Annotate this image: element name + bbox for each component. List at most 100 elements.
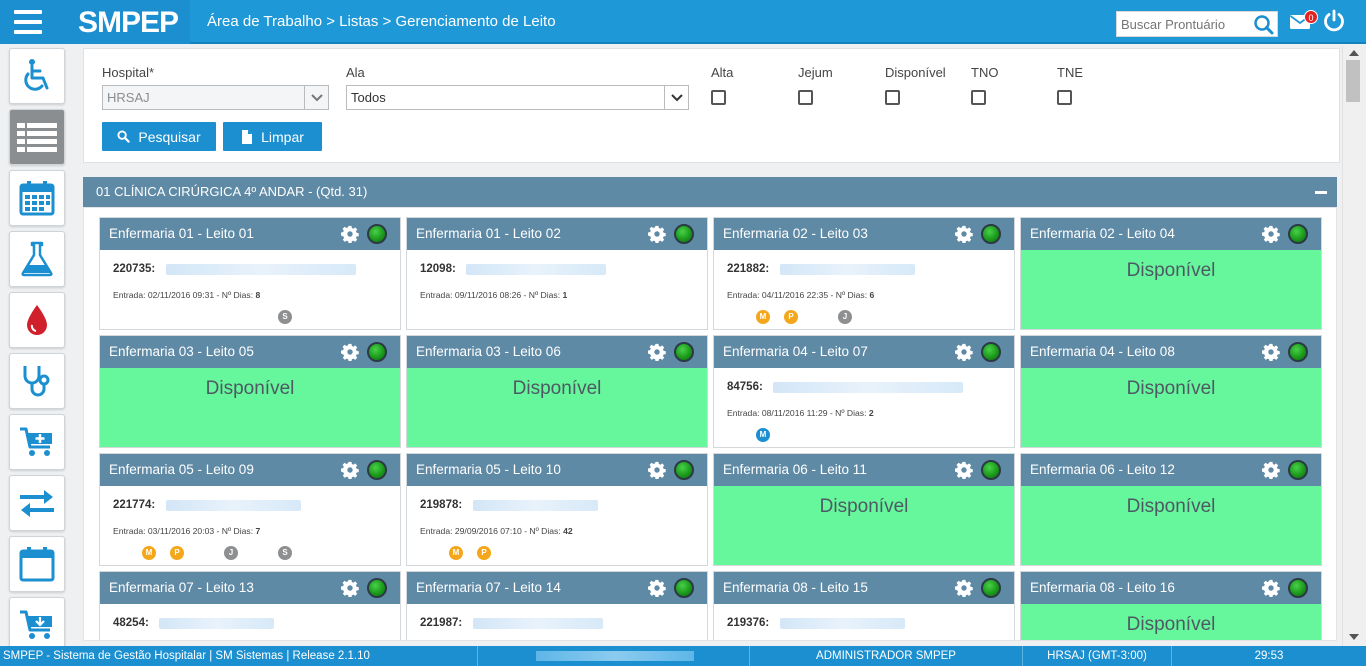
status-light-icon[interactable] <box>1288 224 1308 244</box>
badge-m: M <box>756 428 770 442</box>
filter-panel: Hospital* HRSAJ Ala Todos Alta Jejum Dis… <box>83 48 1340 163</box>
gear-icon[interactable] <box>341 461 359 479</box>
gear-icon[interactable] <box>1262 461 1280 479</box>
bed-card[interactable]: Enfermaria 07 - Leito 14 221987: <box>406 571 708 640</box>
bed-card[interactable]: Enfermaria 03 - Leito 05 Disponível <box>99 335 401 448</box>
gear-icon[interactable] <box>1262 225 1280 243</box>
status-light-icon[interactable] <box>1288 460 1308 480</box>
sidebar-item-calendar[interactable] <box>9 536 65 592</box>
scroll-up-icon[interactable] <box>1349 50 1359 56</box>
bed-card[interactable]: Enfermaria 08 - Leito 15 219376: <box>713 571 1015 640</box>
mail-count-badge: 0 <box>1304 10 1318 24</box>
scrollbar-thumb[interactable] <box>1346 60 1360 102</box>
status-light-icon[interactable] <box>981 460 1001 480</box>
ala-select[interactable]: Todos <box>346 85 689 110</box>
redacted-patient-name <box>466 264 606 275</box>
gear-icon[interactable] <box>648 461 666 479</box>
patient-record-number: 12098: <box>420 263 456 275</box>
tno-checkbox[interactable] <box>971 90 986 105</box>
entry-info: Entrada: 04/11/2016 22:35 - Nº Dias: 6 <box>727 290 874 300</box>
status-light-icon[interactable] <box>1288 578 1308 598</box>
bed-body: 219376: <box>714 604 1014 640</box>
gear-icon[interactable] <box>1262 579 1280 597</box>
bed-card[interactable]: Enfermaria 04 - Leito 07 84756: Entrada: 0… <box>713 335 1015 448</box>
status-light-icon[interactable] <box>981 578 1001 598</box>
gear-icon[interactable] <box>648 225 666 243</box>
search-button[interactable]: Pesquisar <box>102 122 216 151</box>
bed-card[interactable]: Enfermaria 01 - Leito 02 12098: Entrada: 0… <box>406 217 708 330</box>
bed-card[interactable]: Enfermaria 08 - Leito 16 Disponível <box>1020 571 1322 640</box>
search-input[interactable] <box>1117 12 1247 36</box>
sidebar-item-lab[interactable] <box>9 231 65 287</box>
bed-card[interactable]: Enfermaria 03 - Leito 06 Disponível <box>406 335 708 448</box>
bed-body: Disponível <box>1021 250 1321 329</box>
status-light-icon[interactable] <box>981 224 1001 244</box>
alta-checkbox[interactable] <box>711 90 726 105</box>
entry-info: Entrada: 02/11/2016 09:31 - Nº Dias: 8 <box>113 290 260 300</box>
sidebar-item-list[interactable] <box>9 109 65 165</box>
breadcrumb: Área de Trabalho > Listas > Gerenciament… <box>207 13 556 30</box>
alta-label: Alta <box>711 65 734 80</box>
gear-icon[interactable] <box>955 579 973 597</box>
status-light-icon[interactable] <box>981 342 1001 362</box>
gear-icon[interactable] <box>1262 343 1280 361</box>
search-icon[interactable] <box>1253 14 1275 36</box>
available-label: Disponível <box>819 496 909 517</box>
cart-download-icon <box>20 610 52 639</box>
gear-icon[interactable] <box>648 579 666 597</box>
hospital-select[interactable]: HRSAJ <box>102 85 329 110</box>
status-light-icon[interactable] <box>674 578 694 598</box>
gear-icon[interactable] <box>955 461 973 479</box>
power-icon[interactable] <box>1322 9 1346 33</box>
sidebar-item-cart-add[interactable] <box>9 414 65 470</box>
page-scrollbar[interactable] <box>1342 46 1366 646</box>
bed-card[interactable]: Enfermaria 01 - Leito 01 220735: Entrada: … <box>99 217 401 330</box>
disponivel-checkbox[interactable] <box>885 90 900 105</box>
hamburger-menu-icon[interactable] <box>0 0 56 44</box>
gear-icon[interactable] <box>648 343 666 361</box>
bed-card[interactable]: Enfermaria 04 - Leito 08 Disponível <box>1020 335 1322 448</box>
gear-icon[interactable] <box>955 343 973 361</box>
hospital-select-value: HRSAJ <box>107 90 150 105</box>
ward-header[interactable]: 01 CLÍNICA CIRÚRGICA 4º ANDAR - (Qtd. 31… <box>83 177 1337 207</box>
bed-card[interactable]: Enfermaria 05 - Leito 10 219878: Entrada: … <box>406 453 708 566</box>
days-label: - Nº Dias: <box>214 526 256 536</box>
bed-card[interactable]: Enfermaria 02 - Leito 04 Disponível <box>1020 217 1322 330</box>
sidebar-item-calendar-grid[interactable] <box>9 170 65 226</box>
clear-button[interactable]: Limpar <box>223 122 322 151</box>
days-count: 7 <box>255 526 261 536</box>
bed-grid: Enfermaria 01 - Leito 01 220735: Entrada: … <box>83 207 1337 641</box>
status-light-icon[interactable] <box>367 224 387 244</box>
bed-card[interactable]: Enfermaria 06 - Leito 12 Disponível <box>1020 453 1322 566</box>
sidebar-item-transfer[interactable] <box>9 475 65 531</box>
bed-card[interactable]: Enfermaria 05 - Leito 09 221774: Entrada: … <box>99 453 401 566</box>
redacted-unit <box>536 651 694 661</box>
sidebar-item-stethoscope[interactable] <box>9 353 65 409</box>
status-light-icon[interactable] <box>367 342 387 362</box>
status-light-icon[interactable] <box>367 578 387 598</box>
bed-body: 220735: Entrada: 02/11/2016 09:31 - Nº Di… <box>100 250 400 329</box>
gear-icon[interactable] <box>341 579 359 597</box>
chevron-down-icon <box>304 86 328 109</box>
sidebar-item-wheelchair[interactable] <box>9 48 65 104</box>
sidebar-item-blood[interactable] <box>9 292 65 348</box>
gear-icon[interactable] <box>955 225 973 243</box>
bed-card[interactable]: Enfermaria 06 - Leito 11 Disponível <box>713 453 1015 566</box>
scroll-down-icon[interactable] <box>1349 634 1359 640</box>
status-light-icon[interactable] <box>1288 342 1308 362</box>
jejum-checkbox[interactable] <box>798 90 813 105</box>
entry-prefix: Entrada: <box>113 290 148 300</box>
status-light-icon[interactable] <box>674 460 694 480</box>
sidebar-item-cart-download[interactable] <box>9 597 65 646</box>
status-light-icon[interactable] <box>367 460 387 480</box>
bed-card[interactable]: Enfermaria 02 - Leito 03 221882: Entrada: … <box>713 217 1015 330</box>
status-light-icon[interactable] <box>674 342 694 362</box>
collapse-icon[interactable] <box>1315 191 1327 194</box>
gear-icon[interactable] <box>341 343 359 361</box>
tne-checkbox[interactable] <box>1057 90 1072 105</box>
bed-card[interactable]: Enfermaria 07 - Leito 13 48254: <box>99 571 401 640</box>
available-label: Disponível <box>205 378 295 399</box>
status-light-icon[interactable] <box>674 224 694 244</box>
gear-icon[interactable] <box>341 225 359 243</box>
app-logo[interactable]: SMPEP <box>56 0 190 44</box>
